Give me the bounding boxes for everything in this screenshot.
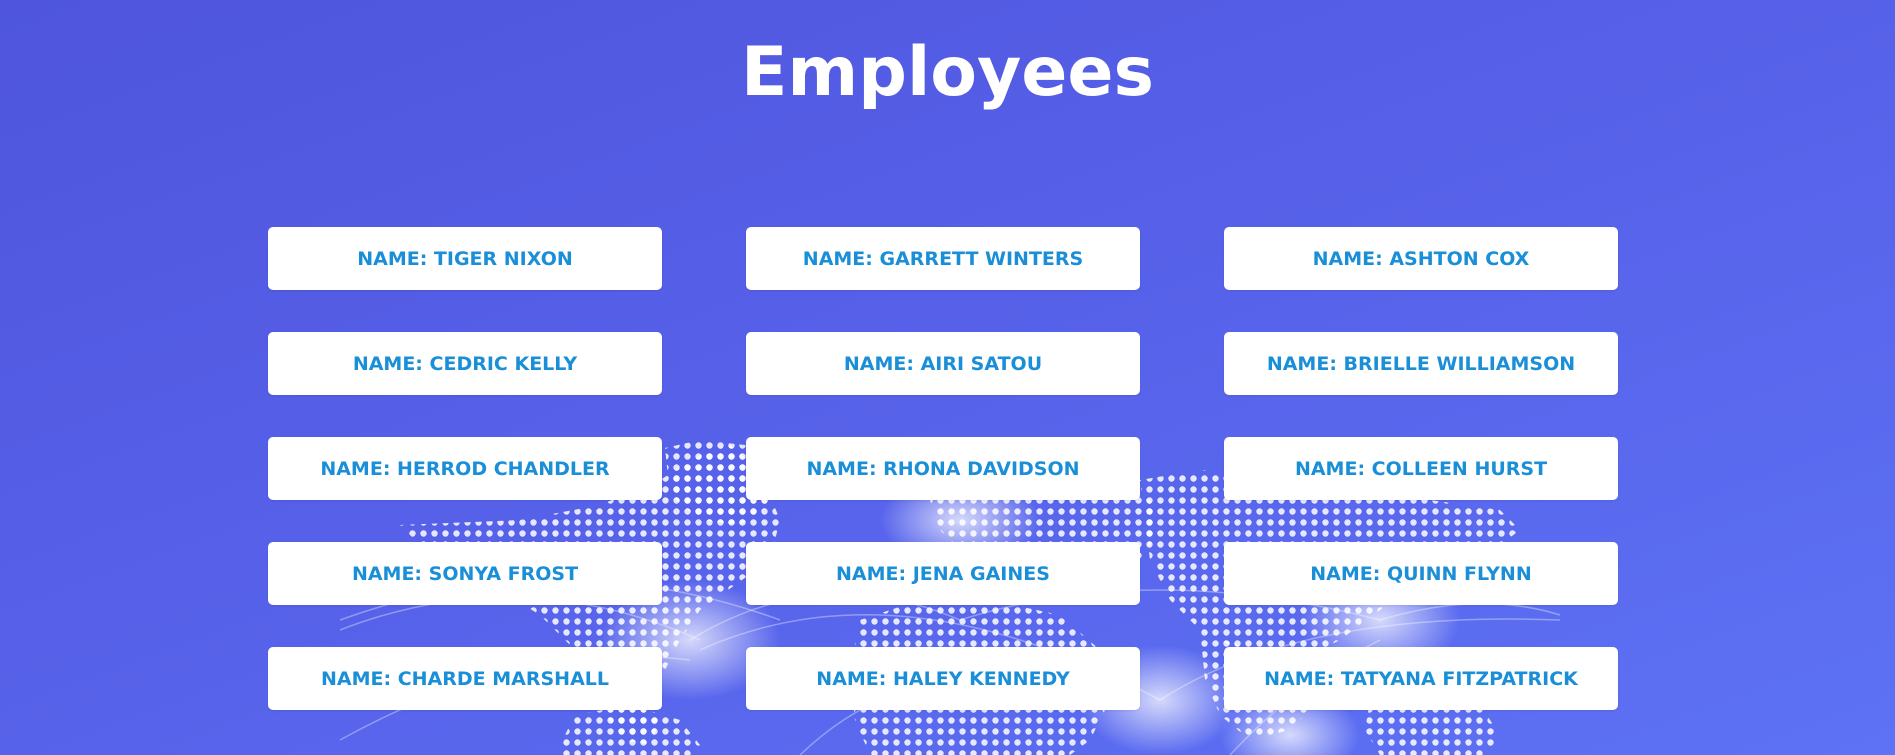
employee-card[interactable]: NAME: ASHTON COX <box>1224 227 1618 290</box>
employee-card[interactable]: NAME: AIRI SATOU <box>746 332 1140 395</box>
employee-name-label: NAME: QUINN FLYNN <box>1310 562 1532 585</box>
employee-card[interactable]: NAME: CEDRIC KELLY <box>268 332 662 395</box>
employee-grid: NAME: TIGER NIXON NAME: GARRETT WINTERS … <box>268 227 1618 710</box>
employee-card[interactable]: NAME: CHARDE MARSHALL <box>268 647 662 710</box>
employee-card[interactable]: NAME: JENA GAINES <box>746 542 1140 605</box>
employee-name-label: NAME: HERROD CHANDLER <box>320 457 610 480</box>
employee-name-label: NAME: CEDRIC KELLY <box>352 352 578 375</box>
employee-card[interactable]: NAME: HERROD CHANDLER <box>268 437 662 500</box>
page-title: Employees <box>740 33 1155 112</box>
employee-card[interactable]: NAME: TIGER NIXON <box>268 227 662 290</box>
employee-card[interactable]: NAME: HALEY KENNEDY <box>746 647 1140 710</box>
employee-name-label: NAME: TATYANA FITZPATRICK <box>1264 667 1578 690</box>
employee-card[interactable]: NAME: BRIELLE WILLIAMSON <box>1224 332 1618 395</box>
employee-name-label: NAME: SONYA FROST <box>351 562 579 585</box>
employee-name-label: NAME: TIGER NIXON <box>357 247 573 270</box>
employee-name-label: NAME: RHONA DAVIDSON <box>806 457 1080 480</box>
employee-card[interactable]: NAME: COLLEEN HURST <box>1224 437 1618 500</box>
employee-name-label: NAME: BRIELLE WILLIAMSON <box>1266 352 1576 375</box>
employee-name-label: NAME: HALEY KENNEDY <box>816 667 1070 690</box>
employee-name-label: NAME: CHARDE MARSHALL <box>321 667 609 690</box>
employee-card[interactable]: NAME: TATYANA FITZPATRICK <box>1224 647 1618 710</box>
employee-name-label: NAME: AIRI SATOU <box>843 352 1043 375</box>
employee-card[interactable]: NAME: QUINN FLYNN <box>1224 542 1618 605</box>
employee-name-label: NAME: JENA GAINES <box>836 562 1050 585</box>
employee-card[interactable]: NAME: SONYA FROST <box>268 542 662 605</box>
employee-name-label: NAME: GARRETT WINTERS <box>802 247 1084 270</box>
employee-name-label: NAME: COLLEEN HURST <box>1294 457 1548 480</box>
employee-card[interactable]: NAME: GARRETT WINTERS <box>746 227 1140 290</box>
employee-name-label: NAME: ASHTON COX <box>1312 247 1530 270</box>
employee-card[interactable]: NAME: RHONA DAVIDSON <box>746 437 1140 500</box>
